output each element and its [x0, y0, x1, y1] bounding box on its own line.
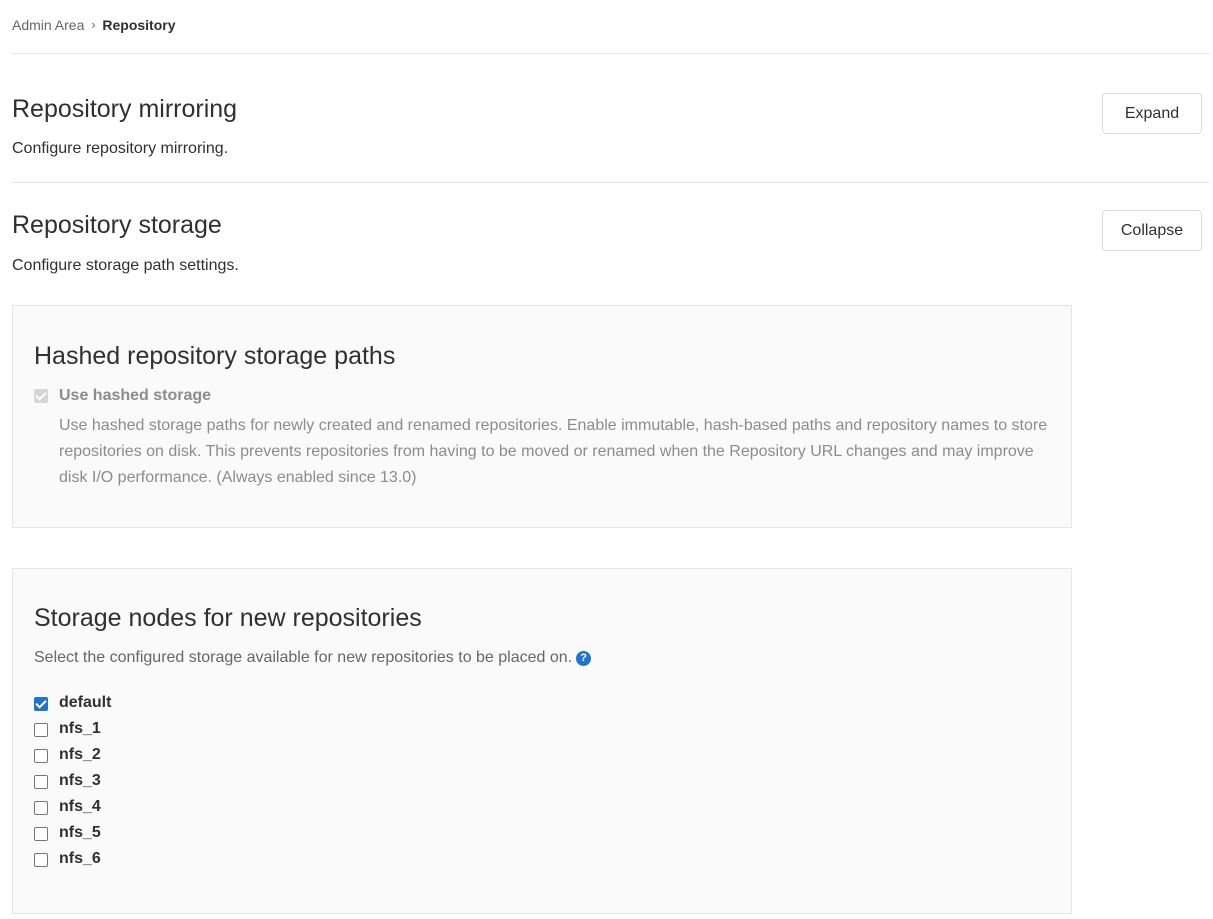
repository-storage-header: Repository storage Configure storage pat… [12, 183, 1209, 305]
storage-node-checkbox[interactable] [34, 853, 48, 867]
expand-button[interactable]: Expand [1102, 93, 1202, 134]
storage-node-label: nfs_5 [59, 824, 101, 841]
storage-node-label: nfs_4 [59, 798, 101, 815]
hashed-storage-title: Hashed repository storage paths [34, 342, 396, 370]
check-icon [35, 697, 47, 709]
storage-node-label: nfs_1 [59, 720, 101, 737]
breadcrumb-admin-area-link[interactable]: Admin Area [12, 17, 84, 33]
question-circle-icon[interactable]: ? [576, 651, 592, 666]
repository-mirroring-description: Configure repository mirroring. [12, 140, 229, 157]
repository-mirroring-section: Repository mirroring Configure repositor… [12, 54, 1209, 183]
storage-node-checkbox[interactable] [34, 749, 48, 763]
use-hashed-storage-help: Use hashed storage paths for newly creat… [59, 417, 1048, 486]
chevron-right-icon: › [91, 17, 96, 32]
storage-node-checkbox[interactable] [34, 827, 48, 841]
storage-node-checkbox[interactable] [34, 801, 48, 815]
hashed-storage-panel: Hashed repository storage paths Use hash… [12, 305, 1072, 528]
storage-nodes-panel: Storage nodes for new repositories Selec… [12, 568, 1072, 914]
storage-node-label: nfs_2 [59, 746, 101, 763]
storage-node-checkbox[interactable] [34, 723, 48, 737]
repository-storage-title: Repository storage [12, 211, 222, 239]
repository-mirroring-title: Repository mirroring [12, 95, 238, 123]
repository-storage-section: Repository storage Configure storage pat… [12, 183, 1209, 914]
use-hashed-storage-checkbox[interactable] [34, 389, 48, 403]
storage-node-label: default [59, 694, 112, 711]
storage-node-checkbox[interactable] [34, 775, 48, 789]
storage-node-label: nfs_6 [59, 850, 101, 867]
storage-nodes-description-row: Select the configured storage available … [34, 649, 592, 667]
storage-nodes-description: Select the configured storage available … [34, 649, 573, 666]
storage-nodes-title: Storage nodes for new repositories [34, 604, 422, 632]
storage-node-label: nfs_3 [59, 772, 101, 789]
repository-storage-description: Configure storage path settings. [12, 257, 239, 274]
collapse-button[interactable]: Collapse [1102, 210, 1202, 251]
admin-repository-page: Admin Area › Repository Repository mirro… [12, 0, 1209, 914]
breadcrumb-current: Repository [102, 16, 176, 33]
use-hashed-storage-label: Use hashed storage [59, 387, 212, 404]
storage-node-checkbox[interactable] [34, 697, 48, 711]
breadcrumb: Admin Area › Repository [12, 0, 1209, 54]
check-icon [35, 389, 47, 401]
